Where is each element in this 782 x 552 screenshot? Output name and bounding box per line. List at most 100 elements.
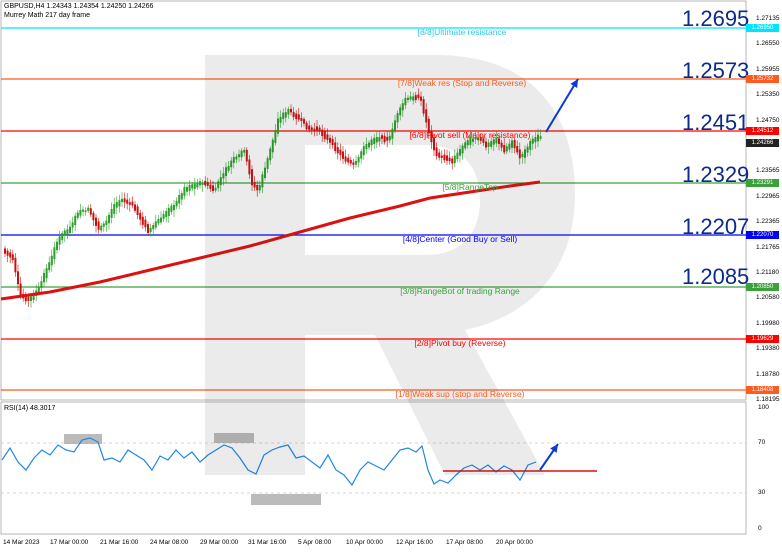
candle-body <box>19 283 22 297</box>
candle-body <box>74 215 77 226</box>
candle-body <box>53 247 56 260</box>
price-axis-tick: 1.21180 <box>756 269 780 276</box>
candle-body <box>58 236 61 245</box>
candle-body <box>199 181 201 186</box>
candle-body <box>149 227 152 233</box>
candle-body <box>152 225 155 230</box>
candle-body <box>160 217 162 223</box>
candle-body <box>108 214 110 224</box>
candle-body <box>66 229 69 235</box>
candle-body <box>50 255 53 266</box>
price-axis-tick: 1.18195 <box>756 396 780 403</box>
rsi-oversold-zone <box>251 494 321 505</box>
price-badge-7-8: 1.25732 <box>746 75 779 83</box>
candle-body <box>110 208 113 218</box>
candle-body <box>45 268 48 279</box>
candle-body <box>89 208 92 215</box>
time-axis-tick: 10 Apr 00:00 <box>346 539 383 546</box>
candle-body <box>71 222 74 228</box>
time-axis-tick: 12 Apr 16:00 <box>396 539 433 546</box>
rsi-label: RSI(14) 48.3017 <box>4 405 56 412</box>
price-axis-tick: 1.18780 <box>756 370 780 378</box>
level-label-8-8: 1.2695 <box>682 6 750 31</box>
candle-body <box>79 209 82 216</box>
candle-body <box>154 221 157 228</box>
candle-body <box>170 205 173 212</box>
level-label-4-8: 1.2207 <box>682 214 750 239</box>
time-axis-tick: 21 Mar 16:00 <box>100 539 139 546</box>
price-badge-4-8: 1.22070 <box>746 231 779 239</box>
candle-body <box>180 193 183 200</box>
candle-body <box>69 226 71 234</box>
candle-body <box>123 198 126 203</box>
price-axis-tick: 1.27135 <box>756 15 780 22</box>
candle-body <box>136 206 139 215</box>
time-axis-tick: 20 Apr 00:00 <box>496 539 533 546</box>
level-label-7-8: 1.2573 <box>682 58 750 83</box>
candle-body <box>139 212 142 220</box>
candle-body <box>175 200 178 207</box>
price-axis-tick: 1.20580 <box>756 294 780 302</box>
price-badge-2-8: 1.19629 <box>746 335 779 343</box>
candle-body <box>37 286 40 293</box>
murrey-label-5-8: [5/8]RangeTop <box>442 182 498 192</box>
price-axis-tick: 1.22965 <box>756 192 780 200</box>
price-axis-tick: 1.19980 <box>756 319 780 327</box>
candle-body <box>147 224 149 234</box>
candle-body <box>40 281 43 289</box>
candle-body <box>87 207 90 211</box>
candle-body <box>63 230 66 236</box>
candle-body <box>196 183 199 188</box>
price-axis-tick: 1.19380 <box>756 345 780 353</box>
candle-body <box>27 296 30 301</box>
current-price-badge: 1.24266 <box>746 139 779 147</box>
candle-body <box>201 183 204 185</box>
price-axis-tick: 1.26550 <box>756 40 780 48</box>
candle-body <box>115 202 118 208</box>
candle-body <box>193 183 196 189</box>
rsi-tick-30: 30 <box>758 489 766 496</box>
candle-body <box>167 207 170 217</box>
candle-body <box>82 209 84 212</box>
candle-body <box>97 221 100 230</box>
candle-body <box>128 202 131 205</box>
time-axis-tick: 24 Mar 08:00 <box>150 539 189 546</box>
candle-body <box>9 252 12 258</box>
candle-body <box>157 219 160 224</box>
candle-body <box>183 187 186 196</box>
candle-body <box>30 296 32 302</box>
candle-body <box>118 200 121 207</box>
murrey-label-2-8: [2/8]Pivot buy (Reverse) <box>414 338 506 348</box>
rsi-tick-100: 100 <box>758 404 769 411</box>
rsi-overbought-zone-1 <box>64 434 102 444</box>
candle-body <box>126 199 129 204</box>
candle-body <box>76 212 79 218</box>
symbol-info: GBPUSD,H4 1.24343 1.24354 1.24250 1.2426… <box>4 3 154 10</box>
candle-body <box>186 187 188 192</box>
candle-body <box>100 225 103 231</box>
candle-body <box>6 250 9 256</box>
price-badge-6-8: 1.24512 <box>746 127 779 135</box>
price-badge-5-8: 1.23291 <box>746 179 779 187</box>
murrey-label-4-8: [4/8]Center (Good Buy or Sell) <box>402 234 518 244</box>
level-label-3-8: 1.2085 <box>682 264 750 289</box>
price-badge-3-8: 1.20850 <box>746 283 779 291</box>
price-axis-tick: 1.23565 <box>756 167 780 175</box>
candle-body <box>162 214 165 219</box>
candle-body <box>61 233 64 240</box>
candle-body <box>134 204 136 211</box>
candle-body <box>121 198 123 203</box>
time-axis-tick: 17 Mar 00:00 <box>50 539 89 546</box>
murrey-label-6-8: [6/8]Pivot sell (Major resistance) <box>409 130 531 140</box>
candle-body <box>17 271 19 285</box>
candle-body <box>178 195 181 204</box>
candle-body <box>113 204 116 214</box>
murrey-label-7-8: [7/8]Weak res (Stop and Reverse) <box>397 78 527 88</box>
level-label-5-8: 1.2329 <box>682 162 750 187</box>
candle-body <box>92 212 95 221</box>
rsi-tick-70: 70 <box>758 439 766 446</box>
candle-body <box>188 184 191 191</box>
candle-body <box>95 217 97 226</box>
candle-body <box>105 220 108 226</box>
price-axis-tick: 1.24750 <box>756 116 780 124</box>
